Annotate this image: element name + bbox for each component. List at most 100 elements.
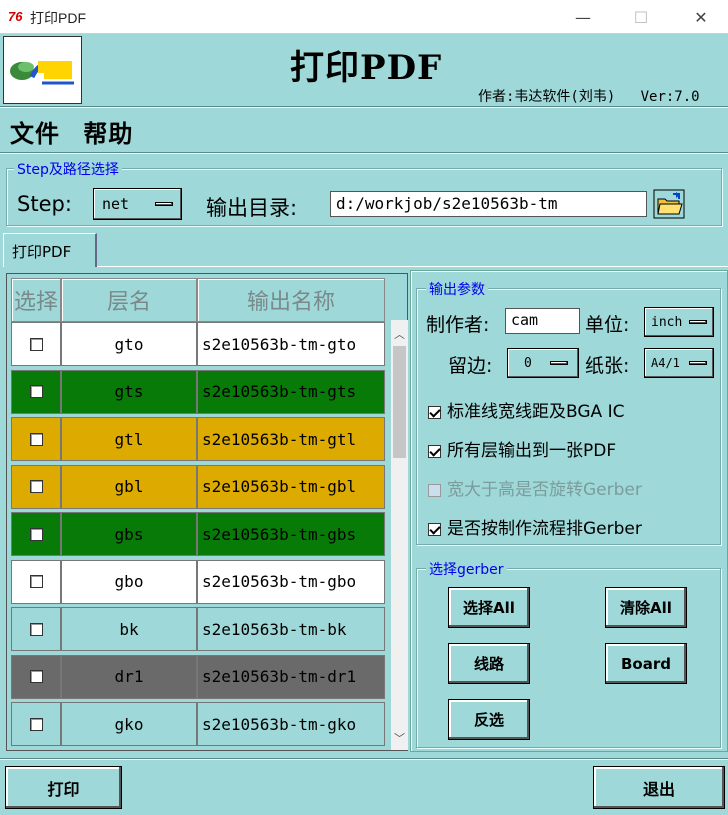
row-output-cell[interactable]: s2e10563b-tm-dr1 bbox=[197, 654, 385, 699]
row-output-cell[interactable]: s2e10563b-tm-gto bbox=[197, 322, 385, 366]
output-name: s2e10563b-tm-gbl bbox=[202, 477, 357, 496]
invert-button[interactable]: 反选 bbox=[448, 699, 530, 740]
row-select-cell[interactable] bbox=[11, 417, 61, 461]
option-checkbox[interactable] bbox=[428, 483, 441, 497]
paper-value: A4/1 bbox=[651, 356, 680, 370]
row-output-cell[interactable]: s2e10563b-tm-gbl bbox=[197, 464, 385, 509]
row-select-cell[interactable] bbox=[11, 512, 61, 556]
layer-name: gtl bbox=[114, 429, 144, 449]
output-name: s2e10563b-tm-gbo bbox=[202, 572, 357, 591]
step-path-group-label: Step及路径选择 bbox=[14, 159, 122, 179]
margin-combobox[interactable]: 0 bbox=[507, 348, 579, 378]
close-button[interactable]: ✕ bbox=[678, 0, 724, 34]
row-output-cell[interactable]: s2e10563b-tm-bk bbox=[197, 607, 385, 651]
layer-name: gbl bbox=[114, 477, 144, 496]
row-checkbox[interactable] bbox=[29, 480, 43, 493]
layer-name: gko bbox=[114, 714, 144, 734]
row-layer-cell: gto bbox=[61, 322, 197, 366]
row-layer-cell: gbs bbox=[61, 512, 197, 556]
row-output-cell[interactable]: s2e10563b-tm-gts bbox=[197, 369, 385, 414]
print-button[interactable]: 打印 bbox=[5, 766, 122, 809]
output-name: s2e10563b-tm-bk bbox=[202, 619, 347, 639]
row-checkbox[interactable] bbox=[29, 385, 43, 398]
tab-strip-line bbox=[97, 266, 728, 267]
unit-combobox[interactable]: inch bbox=[644, 307, 714, 337]
row-select-cell[interactable] bbox=[11, 322, 61, 366]
select-gerber-label: 选择gerber bbox=[426, 559, 507, 579]
app-icon: 76 bbox=[8, 9, 23, 24]
maximize-button[interactable]: ☐ bbox=[618, 0, 664, 34]
menu-bar: 文件 帮助 bbox=[10, 114, 147, 149]
scroll-down-icon[interactable]: ﹀ bbox=[391, 730, 408, 746]
row-checkbox[interactable] bbox=[29, 337, 43, 351]
column-header-select: 选择 bbox=[11, 278, 61, 322]
option-3[interactable]: 宽大于高是否旋转Gerber bbox=[428, 475, 642, 500]
window-title: 打印PDF bbox=[30, 10, 86, 26]
row-output-cell[interactable]: s2e10563b-tm-gtl bbox=[197, 417, 385, 461]
row-select-cell[interactable] bbox=[11, 654, 61, 699]
option-2[interactable]: 所有层输出到一张PDF bbox=[428, 436, 616, 461]
row-checkbox[interactable] bbox=[29, 622, 43, 636]
output-name: s2e10563b-tm-gko bbox=[202, 714, 357, 734]
company-logo bbox=[3, 36, 82, 104]
dropdown-indicator-icon bbox=[550, 361, 568, 365]
row-select-cell[interactable] bbox=[11, 464, 61, 509]
output-name: s2e10563b-tm-gbs bbox=[202, 524, 357, 544]
layer-name: dr1 bbox=[114, 667, 144, 686]
folder-open-icon[interactable] bbox=[653, 189, 685, 219]
row-layer-cell: gtl bbox=[61, 417, 197, 461]
author-name: 作者:韦达软件(刘韦) bbox=[478, 89, 616, 105]
step-value: net bbox=[102, 195, 130, 213]
row-checkbox[interactable] bbox=[29, 432, 43, 446]
row-output-cell[interactable]: s2e10563b-tm-gko bbox=[197, 702, 385, 746]
exit-button[interactable]: 退出 bbox=[593, 766, 725, 809]
layer-name: gbo bbox=[114, 572, 144, 591]
margin-label: 留边: bbox=[448, 355, 493, 377]
clear-all-button[interactable]: 清除All bbox=[605, 587, 687, 628]
row-select-cell[interactable] bbox=[11, 559, 61, 604]
row-select-cell[interactable] bbox=[11, 369, 61, 414]
dropdown-indicator-icon bbox=[689, 320, 707, 324]
row-checkbox[interactable] bbox=[29, 670, 43, 683]
output-name: s2e10563b-tm-gts bbox=[202, 382, 357, 401]
option-checkbox[interactable] bbox=[428, 444, 441, 458]
maker-input[interactable]: cam bbox=[505, 308, 580, 334]
footer-separator bbox=[0, 758, 728, 760]
row-select-cell[interactable] bbox=[11, 702, 61, 746]
option-4[interactable]: 是否按制作流程排Gerber bbox=[428, 514, 642, 539]
output-name: s2e10563b-tm-dr1 bbox=[202, 667, 357, 686]
row-layer-cell: gbl bbox=[61, 464, 197, 509]
window-titlebar: 76 打印PDF — ☐ ✕ bbox=[0, 0, 728, 34]
tab-print-pdf[interactable]: 打印PDF bbox=[3, 233, 97, 267]
circuit-button[interactable]: 线路 bbox=[448, 643, 530, 684]
board-button[interactable]: Board bbox=[605, 643, 687, 684]
minimize-button[interactable]: — bbox=[560, 0, 606, 34]
scrollbar-thumb[interactable] bbox=[393, 346, 406, 458]
row-select-cell[interactable] bbox=[11, 607, 61, 651]
row-output-cell[interactable]: s2e10563b-tm-gbs bbox=[197, 512, 385, 556]
row-checkbox[interactable] bbox=[29, 527, 43, 541]
option-checkbox[interactable] bbox=[428, 405, 441, 419]
step-combobox[interactable]: net bbox=[93, 188, 182, 220]
menu-help[interactable]: 帮助 bbox=[83, 120, 133, 148]
output-name: s2e10563b-tm-gto bbox=[202, 334, 357, 354]
layer-table: 选择 层名 输出名称 gto s2e10563b-tm-gto gts s2e1056… bbox=[6, 273, 408, 751]
row-checkbox[interactable] bbox=[29, 575, 43, 588]
paper-combobox[interactable]: A4/1 bbox=[644, 348, 714, 378]
layer-name: gto bbox=[114, 334, 144, 354]
row-checkbox[interactable] bbox=[29, 717, 43, 731]
row-layer-cell: bk bbox=[61, 607, 197, 651]
select-all-button[interactable]: 选择All bbox=[448, 587, 530, 628]
menu-file[interactable]: 文件 bbox=[10, 120, 60, 148]
version-label: Ver:7.0 bbox=[640, 89, 700, 105]
output-dir-label: 输出目录: bbox=[206, 196, 298, 220]
row-layer-cell: gbo bbox=[61, 559, 197, 604]
row-layer-cell: gko bbox=[61, 702, 197, 746]
scroll-up-icon[interactable]: ︿ bbox=[391, 326, 408, 342]
option-checkbox[interactable] bbox=[428, 522, 441, 536]
maker-label: 制作者: bbox=[426, 314, 490, 336]
output-dir-input[interactable]: d:/workjob/s2e10563b-tm bbox=[330, 191, 647, 217]
row-output-cell[interactable]: s2e10563b-tm-gbo bbox=[197, 559, 385, 604]
option-1[interactable]: 标准线宽线距及BGA IC bbox=[428, 397, 624, 422]
column-header-layer: 层名 bbox=[61, 278, 197, 322]
